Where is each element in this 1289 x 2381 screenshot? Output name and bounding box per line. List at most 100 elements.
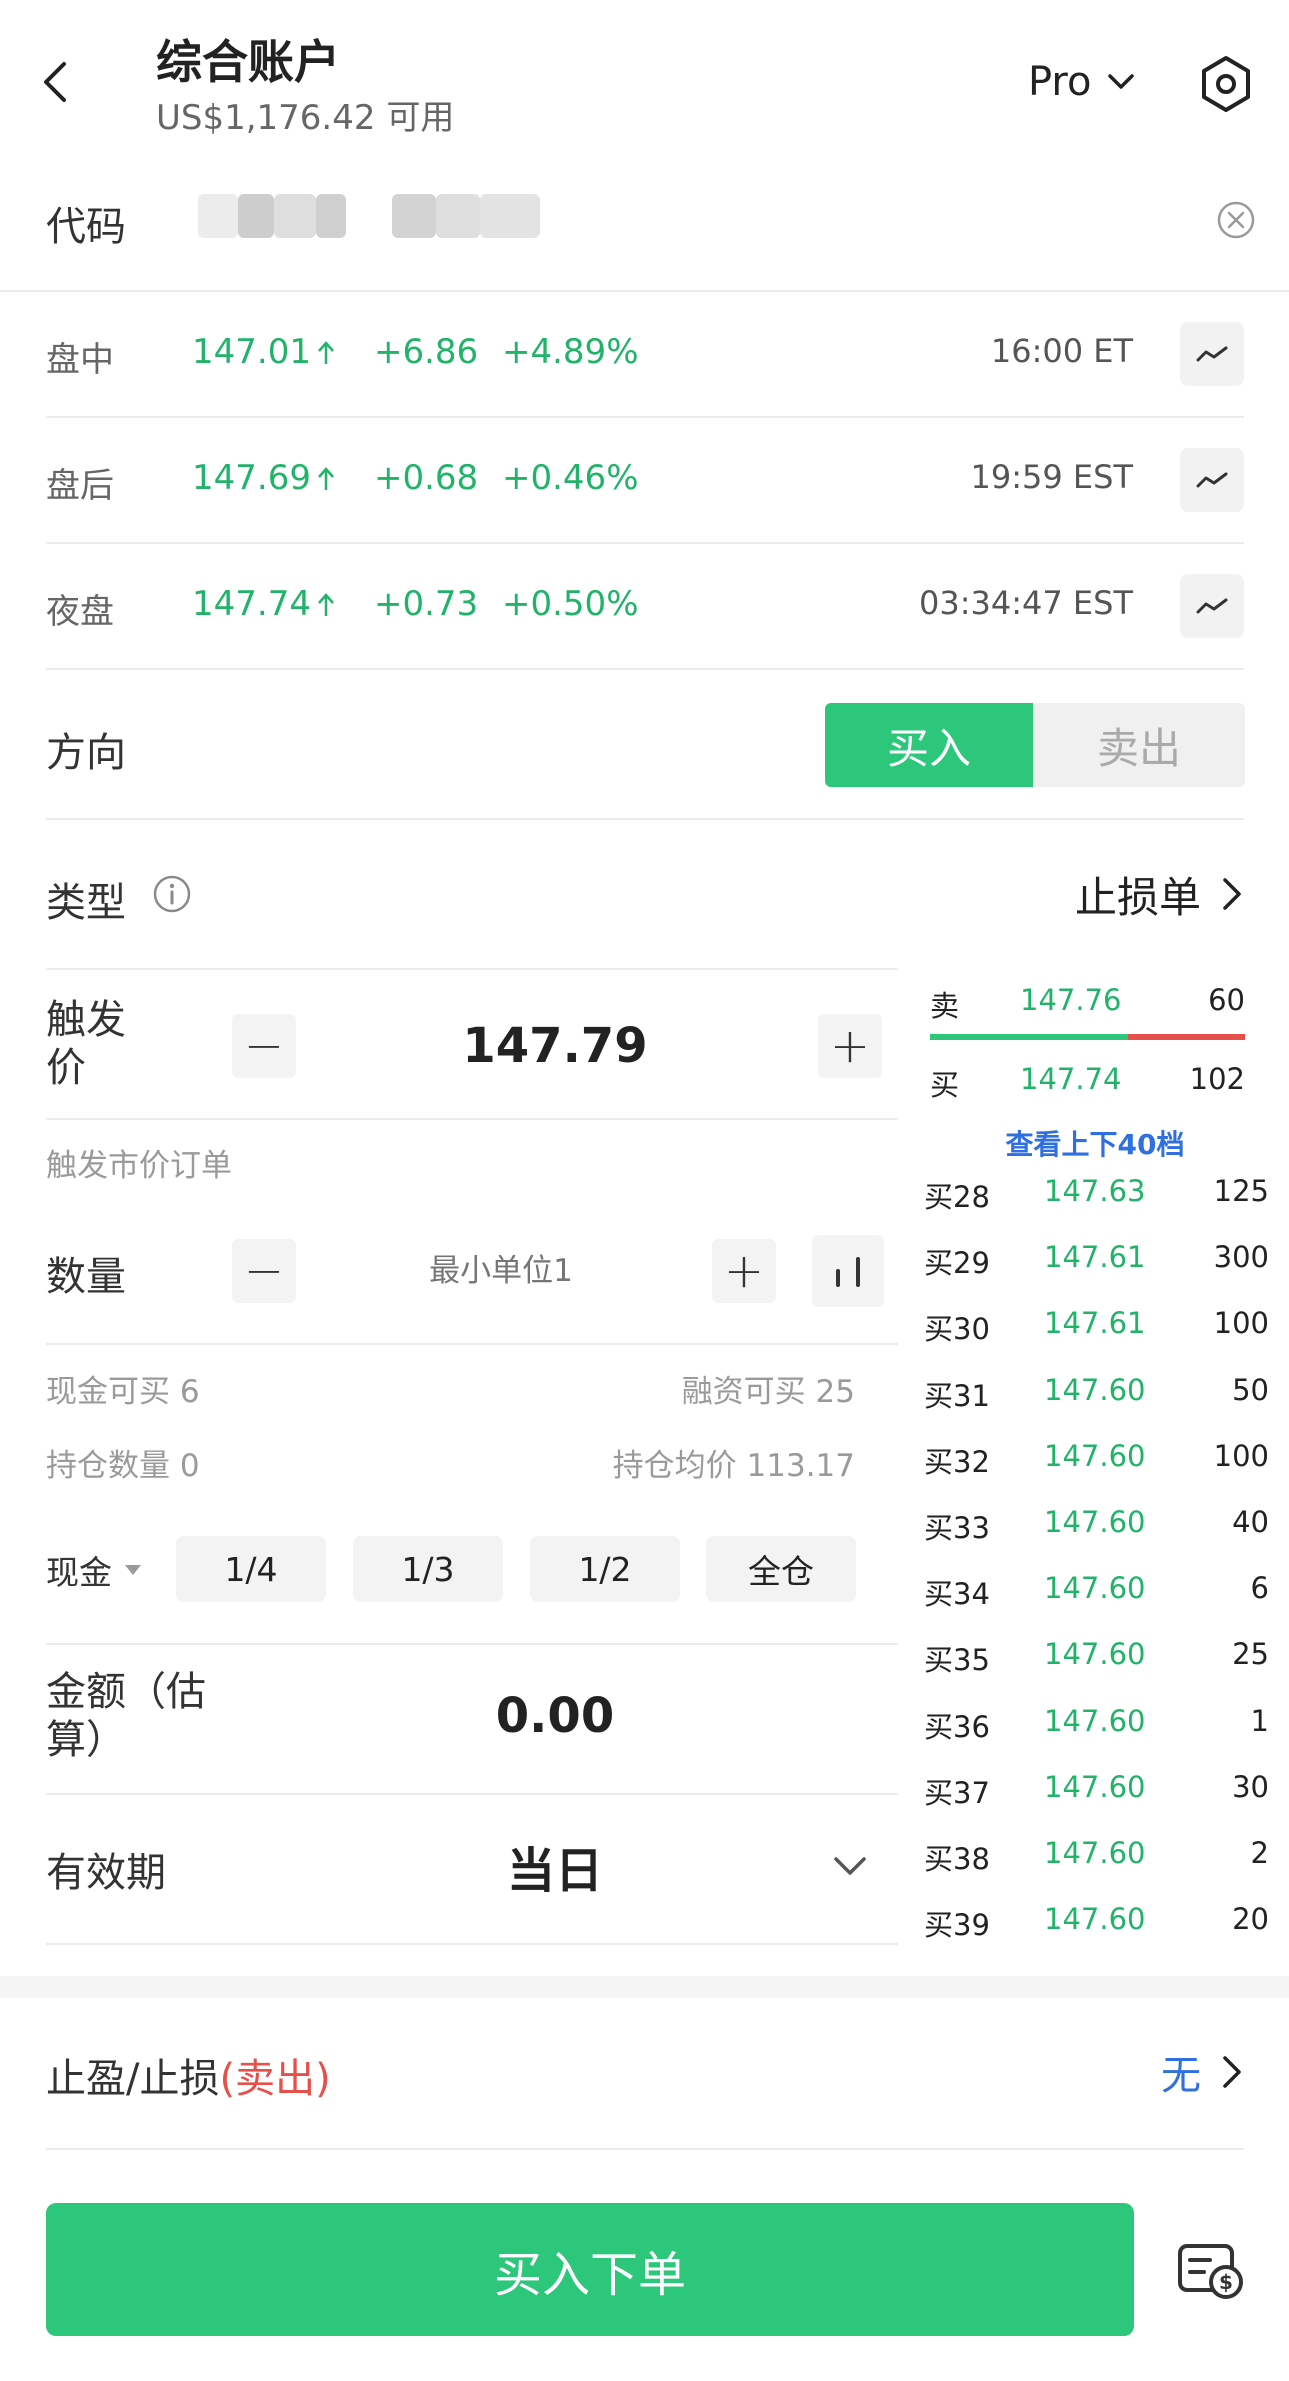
session-time: 03:34:47 EST	[919, 584, 1133, 622]
trend-button[interactable]	[1180, 574, 1244, 638]
level-qty: 1	[1250, 1703, 1269, 1738]
level-price: 147.60	[1044, 1836, 1146, 1870]
divider	[46, 2148, 1244, 2150]
blurred-block	[198, 194, 238, 238]
level-qty: 100	[1213, 1306, 1269, 1341]
submit-buy-order-button[interactable]: 买入下单	[46, 2203, 1134, 2336]
arrow-up-icon	[318, 341, 334, 364]
tp-sl-label: 止盈/止损(卖出)	[46, 2046, 331, 2104]
blurred-block	[274, 194, 316, 238]
chevron-down-icon	[834, 1857, 866, 1875]
info-button[interactable]	[152, 874, 192, 914]
trend-button[interactable]	[1180, 322, 1244, 386]
funds-button[interactable]: $	[1176, 2238, 1246, 2302]
view-40-levels-link[interactable]: 查看上下40档	[930, 1123, 1260, 1163]
trend-button[interactable]	[1180, 448, 1244, 512]
orderbook-level-row[interactable]: 买28 147.63 125	[924, 1174, 1269, 1214]
orderbook-level-row[interactable]: 买31 147.60 50	[924, 1373, 1269, 1413]
blurred-block	[238, 194, 274, 238]
cash-buyable: 现金可买 6	[46, 1374, 200, 1410]
sell-tab[interactable]: 卖出	[1033, 703, 1245, 787]
level-label: 买36	[924, 1709, 990, 1744]
fraction-third-button[interactable]: 1/3	[353, 1536, 503, 1602]
quantity-increment-button[interactable]: +	[712, 1239, 776, 1303]
available-balance: US$1,176.42 可用	[156, 98, 455, 138]
orderbook-level-row[interactable]: 买33 147.60 40	[924, 1505, 1269, 1545]
tp-sl-value-group: 无	[1161, 2044, 1245, 2100]
tp-sl-label-main: 止盈/止损	[46, 2056, 220, 2102]
level-price: 147.60	[1044, 1571, 1146, 1606]
back-button[interactable]	[36, 56, 80, 108]
quantity-chart-button[interactable]	[812, 1235, 884, 1307]
session-price: 147.01	[192, 332, 311, 372]
session-price: 147.69	[192, 458, 311, 498]
orderbook-level-row[interactable]: 买30 147.61 100	[924, 1306, 1269, 1346]
svg-text:$: $	[1219, 2270, 1233, 2294]
trend-icon	[1196, 598, 1228, 614]
orderbook-level-row[interactable]: 买32 147.60 100	[924, 1439, 1269, 1479]
blurred-block	[480, 194, 540, 238]
level-price: 147.60	[1044, 1637, 1146, 1672]
symbol-input-blurred[interactable]	[192, 186, 622, 250]
level-price: 147.61	[1044, 1240, 1146, 1275]
orderbook-level-row[interactable]: 买39 147.60 20	[924, 1902, 1269, 1942]
trigger-hint: 触发市价订单	[46, 1148, 232, 1184]
session-time: 16:00 ET	[990, 332, 1133, 370]
margin-buyable: 融资可买 25	[681, 1374, 855, 1410]
triangle-down-icon	[125, 1565, 141, 1575]
chevron-down-icon	[1108, 74, 1135, 89]
bar-chart-icon	[836, 1257, 860, 1287]
tp-sl-row[interactable]: 止盈/止损(卖出) 无	[0, 1998, 1289, 2148]
validity-dropdown[interactable]: 当日	[300, 1830, 880, 1902]
orderbook-level-row[interactable]: 买34 147.60 6	[924, 1571, 1269, 1611]
fraction-quarter-button[interactable]: 1/4	[176, 1536, 326, 1602]
orderbook-level-row[interactable]: 买29 147.61 300	[924, 1240, 1269, 1280]
level-price: 147.60	[1044, 1769, 1146, 1804]
tp-sl-label-sell: (卖出)	[219, 2056, 331, 2102]
clear-button[interactable]	[1214, 198, 1258, 242]
level-label: 买32	[924, 1444, 990, 1479]
quantity-input[interactable]	[300, 1239, 702, 1303]
fraction-full-button[interactable]: 全仓	[706, 1536, 856, 1602]
cash-mode-label: 现金	[46, 1553, 112, 1592]
bid-price: 147.74	[1020, 1062, 1122, 1096]
blurred-block	[316, 194, 346, 238]
chevron-left-icon	[44, 62, 66, 102]
level-price: 147.61	[1044, 1306, 1146, 1341]
section-separator	[0, 1976, 1289, 1998]
orderbook-level-row[interactable]: 买35 147.60 25	[924, 1637, 1269, 1677]
session-label: 盘后	[46, 466, 114, 506]
info-icon	[153, 875, 191, 913]
trigger-increment-button[interactable]: +	[818, 1014, 882, 1078]
cash-mode-dropdown[interactable]: 现金	[46, 1550, 144, 1592]
session-label: 盘中	[46, 340, 114, 380]
session-pct: +0.50%	[502, 584, 639, 624]
trigger-price-input[interactable]: 147.79	[300, 1014, 810, 1078]
session-change: +0.73	[374, 584, 479, 624]
orderbook-level-row[interactable]: 买38 147.60 2	[924, 1836, 1269, 1876]
order-type-selector[interactable]: 止损单	[1075, 866, 1245, 922]
level-price: 147.60	[1044, 1438, 1146, 1473]
level-qty: 40	[1232, 1505, 1269, 1539]
level-qty: 6	[1250, 1571, 1269, 1606]
fraction-half-button[interactable]: 1/2	[530, 1536, 680, 1602]
buy-tab[interactable]: 买入	[825, 703, 1033, 787]
ask-label: 卖	[930, 989, 960, 1023]
divider	[46, 1793, 898, 1795]
orderbook-level-row[interactable]: 买37 147.60 30	[924, 1770, 1269, 1810]
divider	[46, 818, 1244, 820]
level-qty: 25	[1232, 1637, 1269, 1672]
orderbook-level-row[interactable]: 买36 147.60 1	[924, 1704, 1269, 1744]
settings-button[interactable]	[1198, 54, 1254, 114]
quote-row-regular: 盘中 147.01 +6.86 +4.89% 16:00 ET	[0, 290, 1289, 416]
mode-switch[interactable]: Pro	[1028, 56, 1137, 108]
ask-price: 147.76	[1020, 983, 1122, 1017]
level-qty: 2	[1250, 1836, 1269, 1870]
level-price: 147.60	[1044, 1703, 1146, 1738]
divider	[46, 1118, 898, 1120]
level-qty: 125	[1213, 1174, 1269, 1208]
trigger-decrement-button[interactable]: −	[232, 1014, 296, 1078]
level-price: 147.60	[1044, 1902, 1146, 1937]
bid-label: 买	[930, 1068, 960, 1102]
quantity-decrement-button[interactable]: −	[232, 1239, 296, 1303]
